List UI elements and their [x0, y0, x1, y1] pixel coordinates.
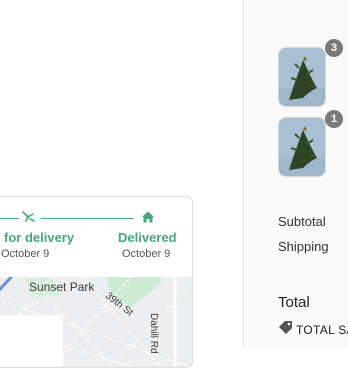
quantity-badge: 3: [325, 39, 343, 57]
discount-code-row: TOTAL SA: [278, 320, 348, 340]
tag-icon: [278, 320, 293, 340]
plant-icon: [279, 118, 325, 176]
quantity-badge: 1: [325, 110, 343, 128]
shipment-tracking-card: for delivery October 9 Delivered October…: [0, 196, 193, 368]
progress-line-left: [0, 218, 19, 219]
home-icon: [141, 210, 155, 229]
map-label-park: Sunset Park: [29, 280, 95, 294]
subtotal-label: Subtotal: [278, 214, 326, 229]
plant-icon: [279, 48, 325, 106]
order-status-pane: for delivery October 9 Delivered October…: [0, 0, 244, 368]
step-out-for-delivery-date: October 9: [1, 248, 50, 260]
step-out-for-delivery-title: for delivery: [4, 230, 75, 245]
delivery-map[interactable]: Sunset Park 39th St Dahill Rd: [0, 277, 192, 367]
step-delivered-title: Delivered: [118, 230, 177, 245]
product-thumbnail[interactable]: [278, 117, 326, 177]
delivery-icon: [21, 209, 37, 230]
map-label-road: Dahill Rd: [148, 313, 159, 354]
product-thumbnail[interactable]: [278, 47, 326, 107]
total-label: Total: [278, 294, 310, 311]
progress-line-right: [41, 218, 134, 219]
discount-code: TOTAL SA: [296, 323, 348, 337]
order-summary-pane: 3 1 Subtotal Shipping Total TOTAL SA: [244, 0, 348, 348]
shipping-label: Shipping: [278, 239, 329, 254]
step-delivered-date: October 9: [122, 248, 171, 260]
